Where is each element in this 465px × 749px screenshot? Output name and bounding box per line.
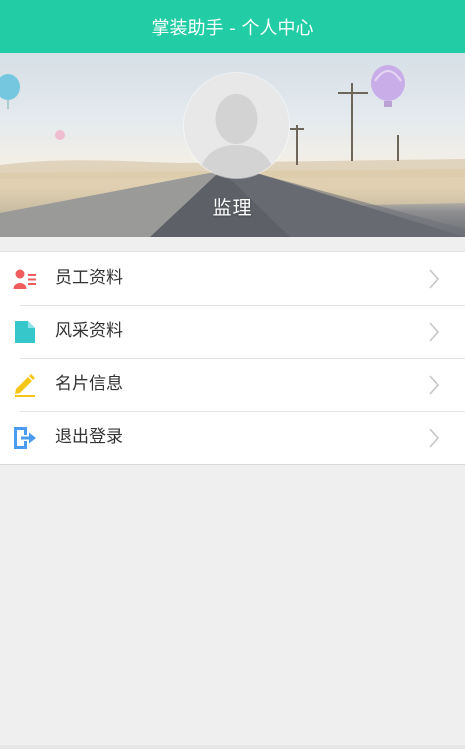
top-app-bar: 掌装助手 - 个人中心 xyxy=(0,0,465,53)
profile-menu-list: 员工资料 风采资料 名片信息 退出登录 xyxy=(0,251,465,465)
username: 监理 xyxy=(212,197,253,219)
chevron-right-icon xyxy=(429,269,440,289)
menu-item-label: 员工资料 xyxy=(55,268,123,288)
menu-item-employee-info[interactable]: 员工资料 xyxy=(0,252,465,305)
menu-item-business-card[interactable]: 名片信息 xyxy=(0,358,465,411)
avatar[interactable] xyxy=(184,73,289,178)
pencil-icon xyxy=(15,374,35,397)
chevron-right-icon xyxy=(429,375,440,395)
default-avatar-icon xyxy=(184,73,289,178)
profile-banner: 监理 xyxy=(0,53,465,237)
employee-card-icon xyxy=(13,269,36,289)
menu-item-label: 退出登录 xyxy=(55,427,123,447)
menu-item-logout[interactable]: 退出登录 xyxy=(0,411,465,464)
bottom-edge xyxy=(0,745,465,749)
page-title: 掌装助手 - 个人中心 xyxy=(151,17,314,39)
menu-item-style-info[interactable]: 风采资料 xyxy=(0,305,465,358)
app-root: 掌装助手 - 个人中心 监理 员工资料 风采资料 名片信息 退出登录 xyxy=(0,0,465,749)
balloon-left xyxy=(0,74,20,109)
chevron-right-icon xyxy=(429,428,440,448)
menu-item-label: 名片信息 xyxy=(55,374,123,394)
chevron-right-icon xyxy=(429,322,440,342)
document-icon xyxy=(15,321,35,343)
menu-item-label: 风采资料 xyxy=(55,321,123,341)
logout-icon xyxy=(14,427,36,449)
